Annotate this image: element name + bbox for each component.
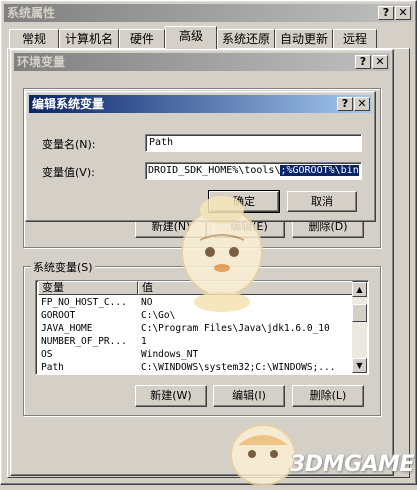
system-properties-title: 系统属性 bbox=[7, 6, 56, 20]
tab-system-restore[interactable]: 系统还原 bbox=[217, 29, 275, 48]
variable-name-cell: NUMBER_OF_PR... bbox=[41, 336, 127, 347]
variable-name-cell: GOROOT bbox=[41, 310, 76, 321]
close-button[interactable]: ✕ bbox=[354, 97, 370, 111]
variable-value-cell: Windows_NT bbox=[141, 349, 199, 360]
column-header-variable[interactable]: 变量 bbox=[38, 281, 138, 295]
tab-hardware[interactable]: 硬件 bbox=[119, 29, 165, 48]
table-row[interactable]: OS Windows_NT bbox=[38, 348, 353, 361]
help-button[interactable]: ? bbox=[355, 55, 371, 69]
variable-name-cell: Path bbox=[41, 362, 64, 373]
variable-value-cell: 1 bbox=[141, 336, 147, 347]
list-scrollbar[interactable]: ▲ ▼ bbox=[352, 282, 367, 373]
env-vars-title: 环境变量 bbox=[17, 55, 66, 69]
variable-name-input[interactable]: Path bbox=[145, 134, 362, 152]
edit-dialog-title: 编辑系统变量 bbox=[32, 97, 105, 111]
system-properties-titlebar[interactable]: 系统属性 ? ✕ bbox=[4, 4, 413, 22]
tab-auto-update[interactable]: 自动更新 bbox=[275, 29, 333, 48]
close-button[interactable]: ✕ bbox=[395, 6, 411, 20]
mascot-watermark-icon bbox=[181, 196, 263, 312]
scroll-up-button[interactable]: ▲ bbox=[352, 282, 367, 297]
env-vars-titlebar[interactable]: 环境变量 ? ✕ bbox=[14, 53, 390, 71]
variable-value-cell: C:\WINDOWS\system32;C:\WINDOWS;... bbox=[141, 362, 336, 373]
variable-value-text: DROID_SDK_HOME%\tools\ bbox=[148, 165, 281, 176]
table-row[interactable]: NUMBER_OF_PR... 1 bbox=[38, 335, 353, 348]
tab-remote[interactable]: 远程 bbox=[333, 29, 377, 48]
help-button[interactable]: ? bbox=[337, 97, 353, 111]
variable-value-input[interactable]: DROID_SDK_HOME%\tools\;%GOROOT%\bin bbox=[145, 162, 362, 180]
variable-name-label: 变量名(N): bbox=[42, 138, 96, 151]
tab-computer-name[interactable]: 计算机名 bbox=[59, 29, 119, 48]
scroll-down-button[interactable]: ▼ bbox=[352, 358, 367, 373]
system-new-button[interactable]: 新建(W) bbox=[135, 385, 207, 407]
tab-advanced[interactable]: 高级 bbox=[165, 26, 217, 49]
variable-value-selection: ;%GOROOT%\bin bbox=[280, 165, 359, 176]
variable-name-cell: JAVA_HOME bbox=[41, 323, 93, 334]
scroll-thumb[interactable] bbox=[352, 304, 367, 322]
cancel-button[interactable]: 取消 bbox=[287, 191, 357, 212]
variable-name-cell: FP_NO_HOST_C... bbox=[41, 297, 127, 308]
variable-value-label: 变量值(V): bbox=[42, 166, 95, 179]
system-variables-label: 系统变量(S) bbox=[31, 259, 95, 275]
table-row[interactable]: Path C:\WINDOWS\system32;C:\WINDOWS;... bbox=[38, 361, 353, 374]
tab-general[interactable]: 常规 bbox=[9, 29, 59, 48]
edit-dialog-titlebar[interactable]: 编辑系统变量 ? ✕ bbox=[29, 95, 372, 113]
variable-value-cell: C:\Program Files\Java\jdk1.6.0_10 bbox=[141, 323, 330, 334]
variable-name-cell: OS bbox=[41, 349, 53, 360]
system-edit-button[interactable]: 编辑(I) bbox=[213, 385, 285, 407]
watermark-logo: 3DMGAME bbox=[290, 452, 414, 477]
table-row[interactable]: JAVA_HOME C:\Program Files\Java\jdk1.6.0_… bbox=[38, 322, 353, 335]
help-button[interactable]: ? bbox=[378, 6, 394, 20]
close-button[interactable]: ✕ bbox=[372, 55, 388, 69]
system-delete-button[interactable]: 删除(L) bbox=[292, 385, 364, 407]
